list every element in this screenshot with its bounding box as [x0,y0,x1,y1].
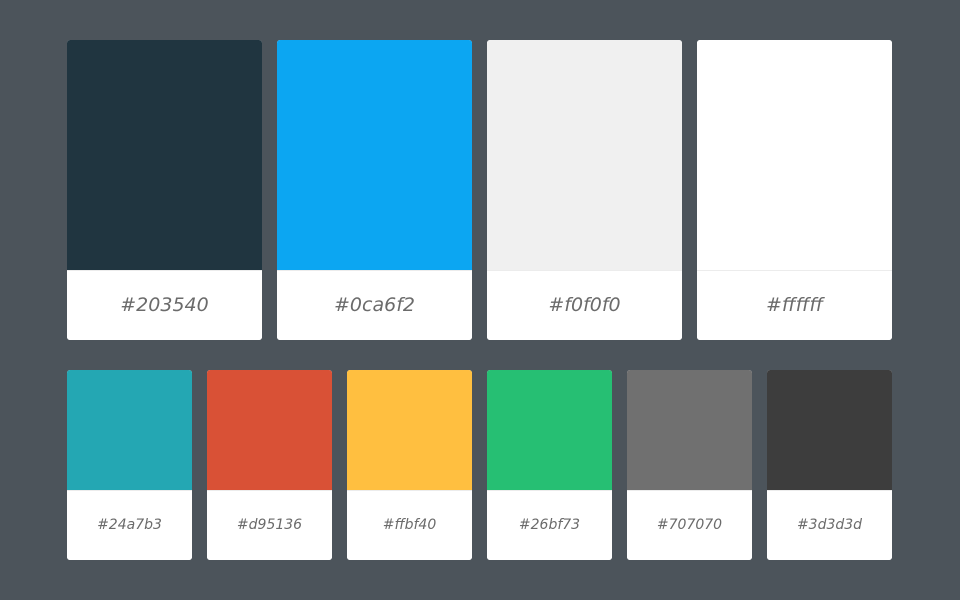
color-swatch [67,40,262,270]
color-card-primary-1[interactable]: #203540 [67,40,262,340]
color-hex-label: #d95136 [207,490,332,560]
color-hex-label: #ffffff [697,270,892,340]
color-card-primary-3[interactable]: #f0f0f0 [487,40,682,340]
color-swatch [67,370,192,490]
color-hex-label: #203540 [67,270,262,340]
color-hex-label: #3d3d3d [767,490,892,560]
color-hex-label: #f0f0f0 [487,270,682,340]
color-swatch [487,370,612,490]
color-card-secondary-1[interactable]: #24a7b3 [67,370,192,560]
color-card-secondary-6[interactable]: #3d3d3d [767,370,892,560]
color-hex-label: #0ca6f2 [277,270,472,340]
color-card-primary-2[interactable]: #0ca6f2 [277,40,472,340]
color-swatch [627,370,752,490]
color-swatch [277,40,472,270]
color-swatch [207,370,332,490]
color-hex-label: #26bf73 [487,490,612,560]
color-card-secondary-2[interactable]: #d95136 [207,370,332,560]
color-card-secondary-3[interactable]: #ffbf40 [347,370,472,560]
color-card-secondary-4[interactable]: #26bf73 [487,370,612,560]
color-hex-label: #707070 [627,490,752,560]
color-swatch [347,370,472,490]
color-swatch [697,40,892,270]
color-card-secondary-5[interactable]: #707070 [627,370,752,560]
color-card-primary-4[interactable]: #ffffff [697,40,892,340]
color-hex-label: #24a7b3 [67,490,192,560]
color-swatch [487,40,682,270]
color-swatch [767,370,892,490]
color-hex-label: #ffbf40 [347,490,472,560]
